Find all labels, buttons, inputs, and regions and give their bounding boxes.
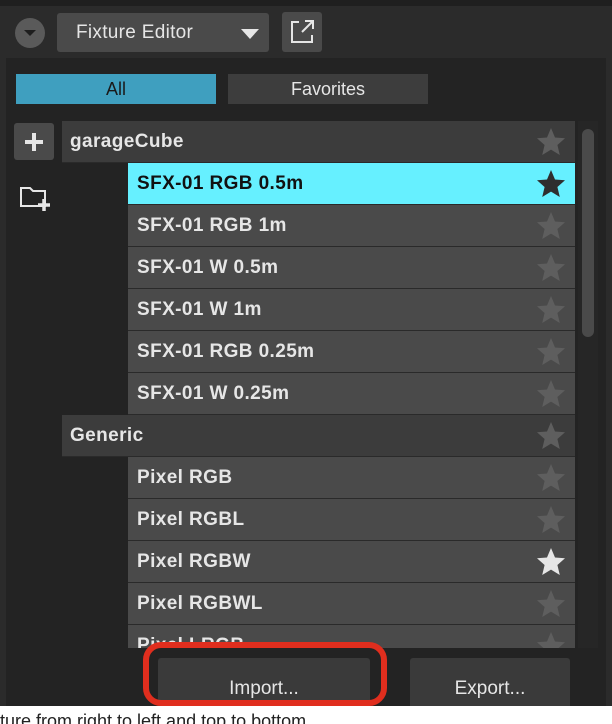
fixture-item-row[interactable]: SFX-01 W 1m <box>128 289 575 331</box>
fixture-group-row[interactable]: Generic <box>62 415 575 457</box>
fixture-item-row[interactable]: Pixel RGBW <box>128 541 575 583</box>
star-icon[interactable] <box>535 588 567 620</box>
fixture-item-label: Pixel RGB <box>137 466 233 488</box>
collapse-toggle-button[interactable] <box>15 18 45 48</box>
star-icon[interactable] <box>535 168 567 200</box>
add-folder-button[interactable] <box>18 180 52 214</box>
fixture-item-row[interactable]: SFX-01 RGB 1m <box>128 205 575 247</box>
fixture-item-label: SFX-01 RGB 1m <box>137 214 287 236</box>
fixture-item-label: SFX-01 RGB 0.5m <box>137 172 304 194</box>
add-fixture-button[interactable] <box>14 123 54 160</box>
caption-text: ture from right to left and top to botto… <box>0 711 307 724</box>
folder-add-icon <box>20 187 50 211</box>
fixture-item-row[interactable]: SFX-01 RGB 0.5m <box>128 163 575 205</box>
tab-all[interactable]: All <box>16 74 216 104</box>
fixture-item-row[interactable]: Pixel LRGB <box>128 625 575 648</box>
popout-icon <box>291 20 314 43</box>
plus-icon <box>25 132 43 151</box>
group-label: garageCube <box>70 130 184 152</box>
popout-button[interactable] <box>282 12 322 52</box>
fixture-item-label: Pixel RGBW <box>137 550 251 572</box>
editor-select-dropdown[interactable]: Fixture Editor <box>57 13 269 52</box>
caption-strip: ture from right to left and top to botto… <box>0 706 612 724</box>
tab-favorites[interactable]: Favorites <box>228 74 428 104</box>
fixture-item-label: SFX-01 W 0.25m <box>137 382 290 404</box>
star-icon[interactable] <box>535 378 567 410</box>
star-icon[interactable] <box>535 252 567 284</box>
fixture-item-row[interactable]: Pixel RGBWL <box>128 583 575 625</box>
star-icon[interactable] <box>535 336 567 368</box>
fixture-item-label: Pixel RGBWL <box>137 592 263 614</box>
caret-down-icon <box>241 29 259 39</box>
fixture-item-row[interactable]: SFX-01 RGB 0.25m <box>128 331 575 373</box>
fixture-item-row[interactable]: SFX-01 W 0.25m <box>128 373 575 415</box>
list-scrollbar[interactable] <box>578 121 598 648</box>
star-icon[interactable] <box>535 546 567 578</box>
fixture-item-row[interactable]: Pixel RGB <box>128 457 575 499</box>
fixture-item-label: SFX-01 W 1m <box>137 298 262 320</box>
star-icon[interactable] <box>535 126 567 158</box>
star-icon[interactable] <box>535 630 567 648</box>
editor-select-label: Fixture Editor <box>76 21 194 43</box>
fixture-item-label: SFX-01 W 0.5m <box>137 256 279 278</box>
fixture-item-row[interactable]: Pixel RGBL <box>128 499 575 541</box>
star-icon[interactable] <box>535 420 567 452</box>
fixture-item-label: SFX-01 RGB 0.25m <box>137 340 315 362</box>
fixture-list: garageCube SFX-01 RGB 0.5m SFX-01 RGB 1m SF… <box>62 121 575 648</box>
scrollbar-thumb[interactable] <box>582 129 594 337</box>
star-icon[interactable] <box>535 210 567 242</box>
top-edge <box>0 0 612 6</box>
group-label: Generic <box>70 424 144 446</box>
top-bar: Fixture Editor <box>0 0 612 58</box>
fixture-item-label: Pixel RGBL <box>137 508 245 530</box>
star-icon[interactable] <box>535 462 567 494</box>
star-icon[interactable] <box>535 504 567 536</box>
fixture-item-label: Pixel LRGB <box>137 634 245 649</box>
fixture-group-row[interactable]: garageCube <box>62 121 575 163</box>
fixture-item-row[interactable]: SFX-01 W 0.5m <box>128 247 575 289</box>
chevron-down-icon <box>24 30 36 36</box>
star-icon[interactable] <box>535 294 567 326</box>
